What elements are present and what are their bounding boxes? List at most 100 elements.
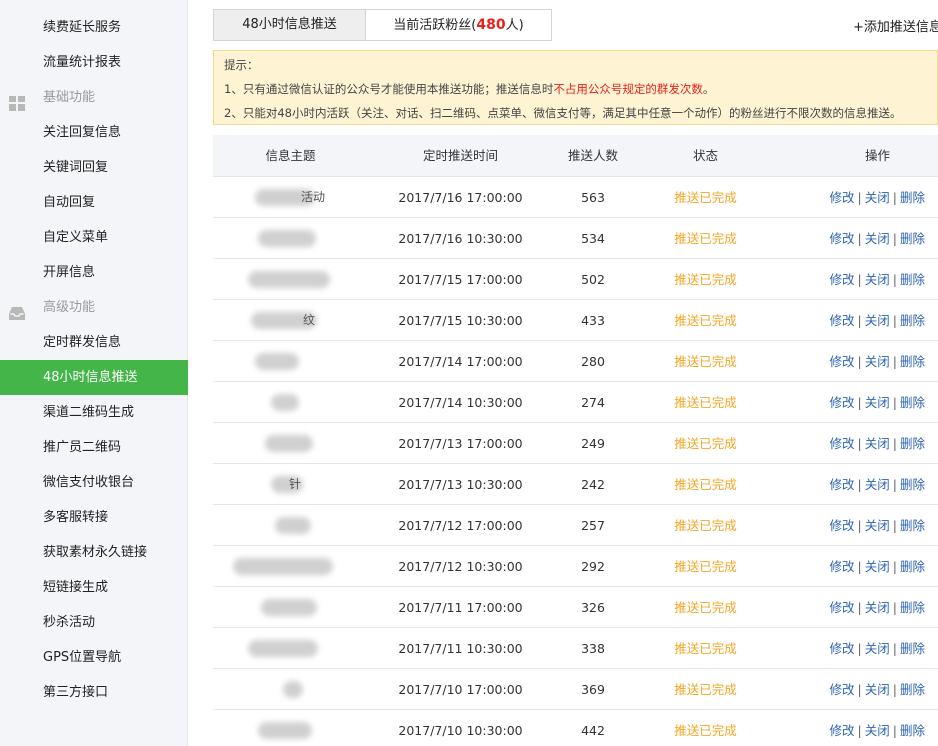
close-link[interactable]: 关闭 — [865, 354, 890, 369]
close-link[interactable]: 关闭 — [865, 723, 890, 738]
sidebar-item-18[interactable]: GPS位置导航 — [0, 640, 188, 675]
row-status: 推送已完成 — [674, 436, 737, 451]
edit-link[interactable]: 修改 — [830, 518, 855, 533]
close-link[interactable]: 关闭 — [865, 559, 890, 574]
delete-link[interactable]: 删除 — [900, 354, 925, 369]
edit-link[interactable]: 修改 — [830, 723, 855, 738]
sidebar-item-13[interactable]: 微信支付收银台 — [0, 465, 188, 500]
sidebar-item-11[interactable]: 渠道二维码生成 — [0, 395, 188, 430]
delete-link[interactable]: 删除 — [900, 559, 925, 574]
row-time: 2017/7/14 10:30:00 — [398, 395, 523, 410]
notice-line-1-highlight: 不占用公众号规定的群发次数 — [553, 82, 703, 96]
tab-fans-prefix: 当前活跃粉丝( — [393, 18, 477, 33]
row-time: 2017/7/12 10:30:00 — [398, 559, 523, 574]
row-count: 369 — [581, 682, 605, 697]
delete-link[interactable]: 删除 — [900, 641, 925, 656]
sidebar-item-1[interactable]: 流量统计报表 — [0, 45, 188, 80]
row-time: 2017/7/10 17:00:00 — [398, 682, 523, 697]
sidebar-label: 获取素材永久链接 — [43, 545, 148, 560]
row-count: 338 — [581, 641, 605, 656]
sidebar-item-16[interactable]: 短链接生成 — [0, 570, 188, 605]
sidebar-label: 高级功能 — [43, 300, 96, 315]
row-time: 2017/7/10 10:30:00 — [398, 723, 523, 738]
add-push-link[interactable]: +添加推送信息 — [853, 16, 938, 35]
action-separator: | — [892, 518, 897, 533]
close-link[interactable]: 关闭 — [865, 518, 890, 533]
tab-active-fans[interactable]: 当前活跃粉丝(480人) — [365, 9, 552, 41]
edit-link[interactable]: 修改 — [830, 354, 855, 369]
row-time: 2017/7/12 17:00:00 — [398, 518, 523, 533]
sidebar-item-15[interactable]: 获取素材永久链接 — [0, 535, 188, 570]
edit-link[interactable]: 修改 — [830, 272, 855, 287]
close-link[interactable]: 关闭 — [865, 436, 890, 451]
close-link[interactable]: 关闭 — [865, 641, 890, 656]
table-row: 2017/7/15 17:00:00 502 推送已完成 修改 | 关闭 | 删除 — [213, 259, 938, 300]
row-status: 推送已完成 — [674, 600, 737, 615]
sidebar-item-19[interactable]: 第三方接口 — [0, 675, 188, 710]
delete-link[interactable]: 删除 — [900, 313, 925, 328]
delete-link[interactable]: 删除 — [900, 436, 925, 451]
delete-link[interactable]: 删除 — [900, 231, 925, 246]
action-separator: | — [892, 600, 897, 615]
table-row: 针 2017/7/13 10:30:00 242 推送已完成 修改 | 关闭 | 删除 — [213, 464, 938, 505]
row-title — [213, 710, 368, 746]
sidebar-group-8: 高级功能 — [0, 290, 188, 325]
delete-link[interactable]: 删除 — [900, 190, 925, 205]
delete-link[interactable]: 删除 — [900, 600, 925, 615]
tab-48h-push[interactable]: 48小时信息推送 — [213, 9, 366, 41]
close-link[interactable]: 关闭 — [865, 190, 890, 205]
edit-link[interactable]: 修改 — [830, 231, 855, 246]
row-count: 502 — [581, 272, 605, 287]
sidebar-item-7[interactable]: 开屏信息 — [0, 255, 188, 290]
sidebar-item-6[interactable]: 自定义菜单 — [0, 220, 188, 255]
close-link[interactable]: 关闭 — [865, 600, 890, 615]
action-separator: | — [857, 313, 862, 328]
action-separator: | — [892, 477, 897, 492]
row-title: 纹 — [213, 300, 368, 341]
row-count: 274 — [581, 395, 605, 410]
action-separator: | — [857, 518, 862, 533]
row-time: 2017/7/13 17:00:00 — [398, 436, 523, 451]
edit-link[interactable]: 修改 — [830, 641, 855, 656]
sidebar-label: 续费延长服务 — [43, 20, 122, 35]
sidebar-item-4[interactable]: 关键词回复 — [0, 150, 188, 185]
edit-link[interactable]: 修改 — [830, 600, 855, 615]
edit-link[interactable]: 修改 — [830, 436, 855, 451]
close-link[interactable]: 关闭 — [865, 313, 890, 328]
close-link[interactable]: 关闭 — [865, 682, 890, 697]
delete-link[interactable]: 删除 — [900, 272, 925, 287]
row-count: 257 — [581, 518, 605, 533]
delete-link[interactable]: 删除 — [900, 518, 925, 533]
row-time: 2017/7/15 10:30:00 — [398, 313, 523, 328]
sidebar-item-10[interactable]: 48小时信息推送 — [0, 360, 188, 395]
sidebar-item-12[interactable]: 推广员二维码 — [0, 430, 188, 465]
sidebar-item-0[interactable]: 续费延长服务 — [0, 10, 188, 45]
edit-link[interactable]: 修改 — [830, 559, 855, 574]
close-link[interactable]: 关闭 — [865, 272, 890, 287]
action-separator: | — [857, 231, 862, 246]
redacted-title-blur — [258, 722, 312, 739]
sidebar-item-3[interactable]: 关注回复信息 — [0, 115, 188, 150]
delete-link[interactable]: 删除 — [900, 682, 925, 697]
row-status: 推送已完成 — [674, 477, 737, 492]
delete-link[interactable]: 删除 — [900, 395, 925, 410]
sidebar-item-5[interactable]: 自动回复 — [0, 185, 188, 220]
edit-link[interactable]: 修改 — [830, 395, 855, 410]
close-link[interactable]: 关闭 — [865, 477, 890, 492]
edit-link[interactable]: 修改 — [830, 477, 855, 492]
close-link[interactable]: 关闭 — [865, 395, 890, 410]
edit-link[interactable]: 修改 — [830, 313, 855, 328]
action-separator: | — [857, 395, 862, 410]
sidebar-item-17[interactable]: 秒杀活动 — [0, 605, 188, 640]
sidebar-item-9[interactable]: 定时群发信息 — [0, 325, 188, 360]
edit-link[interactable]: 修改 — [830, 682, 855, 697]
row-count: 242 — [581, 477, 605, 492]
action-separator: | — [892, 559, 897, 574]
delete-link[interactable]: 删除 — [900, 477, 925, 492]
edit-link[interactable]: 修改 — [830, 190, 855, 205]
sidebar-label: 开屏信息 — [43, 265, 96, 280]
close-link[interactable]: 关闭 — [865, 231, 890, 246]
delete-link[interactable]: 删除 — [900, 723, 925, 738]
sidebar-item-14[interactable]: 多客服转接 — [0, 500, 188, 535]
row-time: 2017/7/11 10:30:00 — [398, 641, 523, 656]
